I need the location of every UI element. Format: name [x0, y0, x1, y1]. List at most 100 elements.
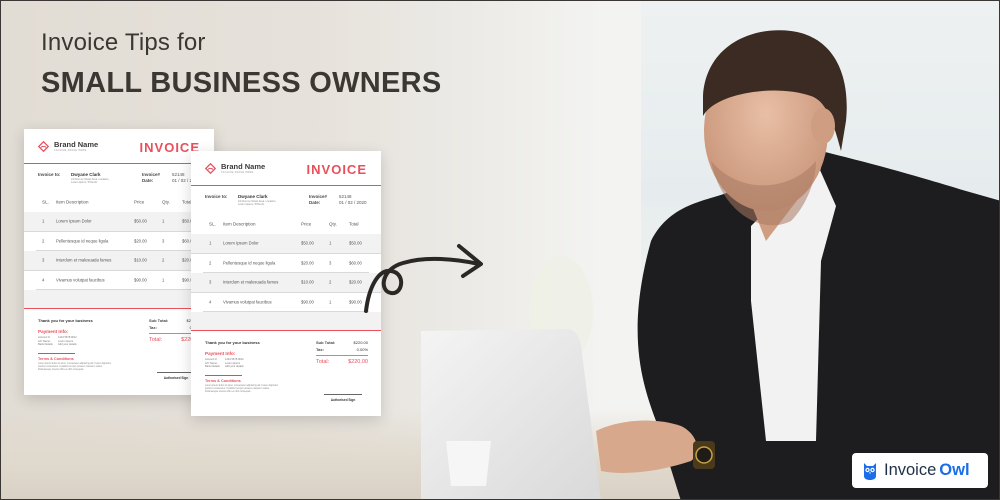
column-header-sl: SL.: [209, 221, 216, 227]
invoice-owl-logo[interactable]: Invoice Owl: [852, 453, 988, 488]
total-value: $220.00: [348, 359, 368, 365]
heading-line-2: SMALL BUSINESS OWNERS: [41, 67, 442, 99]
cell-description: Interdum et malesuada fames: [56, 257, 112, 263]
cell-description: Lorem Ipsum Dolor: [56, 218, 92, 224]
cell-price: $50.00: [301, 240, 314, 246]
cell-sl: 2: [209, 260, 212, 266]
table-header: SL. Item Description Price Qty. Total: [191, 214, 381, 234]
cell-sl: 3: [42, 257, 45, 263]
table-row: 2 Pellentesque id neque ligula $20.00 3 $60.…: [36, 232, 202, 251]
cell-sl: 1: [209, 240, 212, 246]
brand-tagline: TAGLINE SPACE HERE: [54, 149, 87, 152]
cell-qty: 1: [162, 277, 165, 283]
bill-to-label: Invoice to:: [38, 172, 61, 177]
cell-total: $60.00: [349, 260, 362, 266]
cell-price: $90.00: [301, 299, 314, 305]
payment-value: 1234 5678 9012: [225, 358, 244, 361]
cell-qty: 3: [329, 260, 332, 266]
cell-qty: 1: [329, 299, 332, 305]
brand-name: Brand Name: [221, 162, 266, 171]
payment-info: Account #: 1234 5678 9012 A/C Name: Lorem …: [38, 336, 77, 347]
date-label: Date:: [309, 200, 321, 205]
invoice-footer: Thank you for your business Payment Info…: [191, 330, 381, 416]
brand-logo-icon: [205, 163, 216, 174]
table-row: 2 Pellentesque id neque ligula $20.00 3 $60.…: [203, 254, 369, 273]
owl-icon: [864, 462, 876, 480]
payment-info: Account #: 1234 5678 9012 A/C Name: Lorem …: [205, 358, 244, 369]
cell-price: $10.00: [301, 279, 314, 285]
column-header-sl: SL.: [42, 199, 49, 205]
table-body: 1 Lorem Ipsum Dolor $50.00 1 $50.00 2 Pellente…: [24, 212, 214, 290]
cell-sl: 4: [209, 299, 212, 305]
terms-text: Lorem ipsum dolor sit amet, consectetur …: [205, 385, 279, 393]
bill-to-section: Invoice to: Dwyane Clark 24 Dummy Street…: [24, 164, 214, 192]
cell-sl: 1: [42, 218, 45, 224]
thank-you-note: Thank you for your business: [205, 340, 260, 345]
invoice-meta-labels: Invoice# Date:: [309, 194, 327, 206]
cell-description: Pellentesque id neque ligula: [56, 238, 109, 244]
table-body: 1 Lorem Ipsum Dolor $50.00 1 $50.00 2 Pellente…: [191, 234, 381, 312]
cell-price: $10.00: [134, 257, 147, 263]
invoice-header: Brand Name TAGLINE SPACE HERE INVOICE: [24, 129, 214, 164]
cell-description: Interdum et malesuada fames: [223, 279, 279, 285]
invoice-sheet-back: Brand Name TAGLINE SPACE HERE INVOICE In…: [24, 129, 214, 395]
payment-label: Bank Details:: [38, 343, 54, 347]
client-name: Dwyane Clark: [238, 194, 268, 199]
table-row: 4 Vivamus volutpat faucibus $90.00 1 $90.00: [36, 271, 202, 290]
payment-row: Bank Details: Add your details: [38, 343, 77, 347]
payment-label: Bank Details:: [205, 365, 221, 369]
cell-description: Pellentesque id neque ligula: [223, 260, 276, 266]
invoice-title: INVOICE: [306, 162, 367, 177]
client-address: 24 Dummy Street Area, Location, Lorem Ip…: [238, 200, 277, 207]
payment-info-title: Payment Info:: [205, 351, 236, 356]
payment-value: 1234 5678 9012: [58, 336, 77, 339]
divider: [38, 353, 75, 354]
cell-description: Vivamus volutpat faucibus: [56, 277, 105, 283]
date-label: Date:: [142, 178, 154, 183]
brand: Brand Name TAGLINE SPACE HERE: [38, 141, 98, 152]
heading-line-1: Invoice Tips for: [41, 29, 206, 56]
cell-price: $90.00: [134, 277, 147, 283]
total-label: Total:: [149, 337, 163, 343]
logo-text-owl: Owl: [939, 461, 970, 479]
terms-text: Lorem ipsum dolor sit amet, consectetur …: [38, 363, 112, 371]
brand-logo-icon: [38, 141, 49, 152]
payment-row: Bank Details: Add your details: [205, 365, 244, 369]
brand-tagline: TAGLINE SPACE HERE: [221, 171, 254, 174]
tax-label: Tax:: [316, 346, 324, 352]
table-spacer: [191, 312, 381, 330]
column-header-price: Price: [134, 199, 145, 205]
payment-value: Add your details: [58, 343, 77, 347]
tax-label: Tax:: [149, 324, 157, 330]
divider: [316, 355, 368, 356]
cell-price: $50.00: [134, 218, 147, 224]
cell-qty: 2: [329, 279, 332, 285]
total-row: Total: $220.00: [316, 359, 368, 365]
banner: Invoice Tips for SMALL BUSINESS OWNERS B…: [0, 0, 1000, 500]
table-row: 1 Lorem Ipsum Dolor $50.00 1 $50.00: [191, 234, 381, 254]
table-row: 4 Vivamus volutpat faucibus $90.00 1 $90.00: [203, 293, 369, 312]
businessman-laptop-photo: [421, 30, 999, 499]
cell-qty: 3: [162, 238, 165, 244]
totals-summary: Sub Total:$220.00 Tax:0.00% Total:$220.0…: [316, 340, 368, 365]
cell-description: Lorem Ipsum Dolor: [223, 240, 259, 246]
client-name: Dwyane Clark: [71, 172, 101, 177]
total-label: Total:: [316, 359, 330, 365]
cell-total: $50.00: [349, 240, 362, 246]
cell-qty: 1: [162, 218, 165, 224]
invoice-meta-values: 52148 01 / 02 / 2020: [339, 194, 367, 206]
cell-sl: 4: [42, 277, 45, 283]
terms-title: Terms & Conditions: [38, 357, 74, 361]
column-header-description: Item Description: [223, 221, 256, 227]
cell-price: $20.00: [134, 238, 147, 244]
column-header-description: Item Description: [56, 199, 89, 205]
invoice-sheet-front: Brand Name TAGLINE SPACE HERE INVOICE In…: [191, 151, 381, 416]
invoice-date: 01 / 02 / 2020: [339, 200, 367, 205]
table-row: 3 Interdum et malesuada fames $10.00 2 $20.0…: [24, 251, 214, 271]
column-header-qty: Qty.: [329, 221, 337, 227]
cell-price: $20.00: [301, 260, 314, 266]
payment-value: Add your details: [225, 365, 244, 369]
column-header-total: Total: [349, 221, 359, 227]
brand: Brand Name TAGLINE SPACE HERE: [205, 163, 265, 174]
cell-description: Vivamus volutpat faucibus: [223, 299, 272, 305]
